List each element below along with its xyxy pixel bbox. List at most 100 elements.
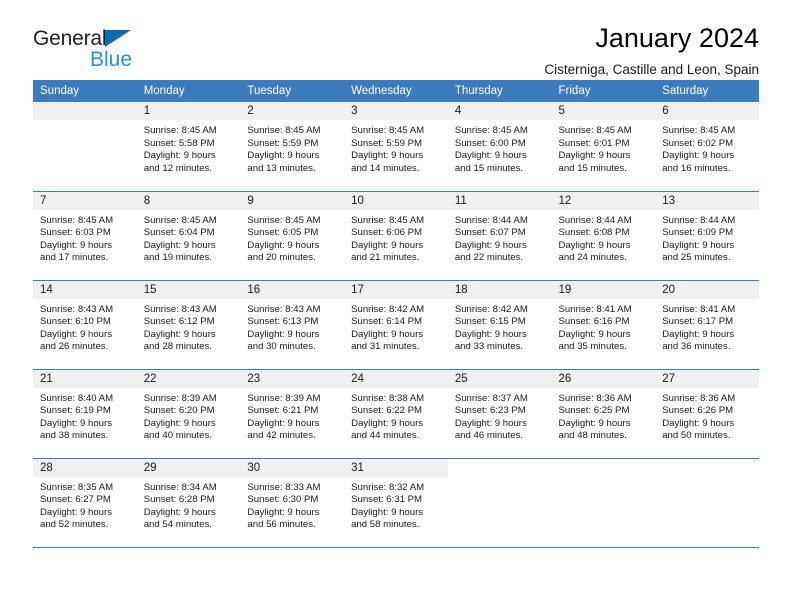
day-number (33, 102, 137, 120)
sunrise-time: Sunrise: 8:45 AM (40, 214, 114, 226)
day-number: 2 (240, 102, 345, 120)
day-details: Sunrise: 8:38 AM Sunset: 6:22 PM Daylight:… (344, 388, 448, 443)
calendar-day-cell[interactable]: 3 Sunrise: 8:45 AM Sunset: 5:59 PM Daylight… (344, 102, 448, 192)
calendar-day-cell[interactable]: 11 Sunrise: 8:44 AM Sunset: 6:07 PM Dayligh… (447, 191, 552, 281)
sunrise-time: Sunrise: 8:45 AM (247, 214, 321, 226)
sunrise-time: Sunrise: 8:36 AM (558, 392, 632, 404)
daylight-duration-line2: and 46 minutes. (454, 430, 524, 442)
sunrise-time: Sunrise: 8:42 AM (351, 303, 425, 315)
daylight-duration-line2: and 28 minutes. (143, 341, 212, 353)
daylight-duration-line2: and 38 minutes. (40, 430, 109, 442)
sunset-time: Sunset: 6:22 PM (351, 405, 423, 417)
calendar-day-cell[interactable]: 20 Sunrise: 8:41 AM Sunset: 6:17 PM Dayligh… (655, 280, 759, 370)
calendar-day-cell[interactable]: 24 Sunrise: 8:38 AM Sunset: 6:22 PM Dayligh… (344, 369, 448, 459)
calendar-day-cell[interactable]: 1 Sunrise: 8:45 AM Sunset: 5:58 PM Daylight… (136, 102, 241, 192)
day-cell-inner: 18 Sunrise: 8:42 AM Sunset: 6:15 PM Dayligh… (447, 280, 552, 369)
calendar-day-cell[interactable]: 10 Sunrise: 8:45 AM Sunset: 6:06 PM Dayligh… (344, 191, 448, 281)
day-cell-inner: 10 Sunrise: 8:45 AM Sunset: 6:06 PM Dayligh… (344, 191, 448, 280)
day-details: Sunrise: 8:39 AM Sunset: 6:20 PM Daylight:… (137, 388, 241, 443)
calendar-day-cell[interactable]: 23 Sunrise: 8:39 AM Sunset: 6:21 PM Dayligh… (240, 369, 345, 459)
day-number: 19 (551, 280, 656, 299)
sunset-time: Sunset: 6:20 PM (143, 405, 215, 417)
calendar-day-cell[interactable]: 13 Sunrise: 8:44 AM Sunset: 6:09 PM Dayligh… (655, 191, 759, 281)
daylight-duration-line1: Daylight: 9 hours (247, 328, 320, 340)
daylight-duration-line2: and 54 minutes. (143, 519, 212, 531)
calendar-day-cell[interactable]: 17 Sunrise: 8:42 AM Sunset: 6:14 PM Dayligh… (344, 280, 448, 370)
day-cell-inner: 31 Sunrise: 8:32 AM Sunset: 6:31 PM Dayligh… (344, 458, 448, 547)
calendar-day-cell[interactable]: 21 Sunrise: 8:40 AM Sunset: 6:19 PM Dayligh… (33, 369, 137, 459)
day-details: Sunrise: 8:34 AM Sunset: 6:28 PM Daylight:… (137, 477, 241, 532)
day-cell-inner: 16 Sunrise: 8:43 AM Sunset: 6:13 PM Dayligh… (240, 280, 345, 369)
daylight-duration-line1: Daylight: 9 hours (662, 239, 735, 251)
calendar-day-cell[interactable]: 22 Sunrise: 8:39 AM Sunset: 6:20 PM Dayligh… (136, 369, 241, 459)
calendar-day-cell[interactable]: 4 Sunrise: 8:45 AM Sunset: 6:00 PM Daylight… (447, 102, 552, 192)
daylight-duration-line2: and 24 minutes. (558, 252, 627, 264)
sunrise-time: Sunrise: 8:42 AM (454, 303, 528, 315)
calendar-day-cell[interactable]: 2 Sunrise: 8:45 AM Sunset: 5:59 PM Daylight… (240, 102, 345, 192)
daylight-duration-line1: Daylight: 9 hours (40, 328, 112, 340)
sunrise-time: Sunrise: 8:44 AM (454, 214, 528, 226)
day-cell-inner (551, 458, 656, 547)
day-cell-inner: 26 Sunrise: 8:36 AM Sunset: 6:25 PM Dayligh… (551, 369, 656, 458)
sunset-time: Sunset: 5:59 PM (247, 137, 319, 149)
calendar-day-cell[interactable]: 30 Sunrise: 8:33 AM Sunset: 6:30 PM Dayligh… (240, 458, 345, 548)
day-cell-inner: 22 Sunrise: 8:39 AM Sunset: 6:20 PM Dayligh… (136, 369, 241, 458)
daylight-duration-line1: Daylight: 9 hours (143, 150, 216, 162)
day-cell-inner: 3 Sunrise: 8:45 AM Sunset: 5:59 PM Daylight… (344, 102, 448, 191)
daylight-duration-line1: Daylight: 9 hours (558, 417, 631, 429)
calendar-day-cell[interactable]: 27 Sunrise: 8:36 AM Sunset: 6:26 PM Dayligh… (655, 369, 759, 459)
weekday-header-thursday: Thursday (447, 80, 552, 102)
calendar-day-cell[interactable]: 5 Sunrise: 8:45 AM Sunset: 6:01 PM Daylight… (551, 102, 656, 192)
day-cell-inner: 27 Sunrise: 8:36 AM Sunset: 6:26 PM Dayligh… (655, 369, 759, 458)
general-blue-logo[interactable]: General Blue (33, 26, 233, 74)
daylight-duration-line2: and 19 minutes. (143, 252, 212, 264)
calendar-day-cell[interactable]: 29 Sunrise: 8:34 AM Sunset: 6:28 PM Dayligh… (136, 458, 241, 548)
day-details: Sunrise: 8:43 AM Sunset: 6:13 PM Daylight:… (240, 299, 344, 354)
day-details: Sunrise: 8:36 AM Sunset: 6:26 PM Daylight:… (655, 388, 759, 443)
daylight-duration-line1: Daylight: 9 hours (351, 150, 424, 162)
day-number: 10 (344, 191, 448, 210)
sunset-time: Sunset: 6:25 PM (558, 405, 630, 417)
calendar-day-cell[interactable]: 26 Sunrise: 8:36 AM Sunset: 6:25 PM Dayligh… (551, 369, 656, 459)
calendar-day-cell-empty (447, 458, 552, 548)
sunset-time: Sunset: 6:23 PM (454, 405, 526, 417)
day-cell-inner: 17 Sunrise: 8:42 AM Sunset: 6:14 PM Dayligh… (344, 280, 448, 369)
logo-word-blue: Blue (90, 48, 133, 71)
calendar-day-cell[interactable]: 8 Sunrise: 8:45 AM Sunset: 6:04 PM Daylight… (136, 191, 241, 281)
calendar-day-cell[interactable]: 16 Sunrise: 8:43 AM Sunset: 6:13 PM Dayligh… (240, 280, 345, 370)
sunrise-time: Sunrise: 8:33 AM (247, 481, 321, 493)
day-cell-inner: 19 Sunrise: 8:41 AM Sunset: 6:16 PM Dayligh… (551, 280, 656, 369)
day-details: Sunrise: 8:45 AM Sunset: 6:01 PM Daylight:… (552, 120, 656, 175)
day-cell-inner: 11 Sunrise: 8:44 AM Sunset: 6:07 PM Dayligh… (447, 191, 552, 280)
calendar-day-cell-empty (33, 102, 137, 192)
calendar-day-cell[interactable]: 14 Sunrise: 8:43 AM Sunset: 6:10 PM Dayligh… (33, 280, 137, 370)
daylight-duration-line2: and 48 minutes. (558, 430, 627, 442)
calendar-day-cell[interactable]: 9 Sunrise: 8:45 AM Sunset: 6:05 PM Daylight… (240, 191, 345, 281)
weekday-header-wednesday: Wednesday (344, 80, 448, 102)
day-number: 24 (344, 369, 448, 388)
calendar-day-cell[interactable]: 15 Sunrise: 8:43 AM Sunset: 6:12 PM Dayligh… (136, 280, 241, 370)
daylight-duration-line1: Daylight: 9 hours (351, 417, 424, 429)
calendar-day-cell[interactable]: 18 Sunrise: 8:42 AM Sunset: 6:15 PM Dayligh… (447, 280, 552, 370)
sunrise-time: Sunrise: 8:45 AM (662, 125, 736, 136)
calendar-week-row: 28 Sunrise: 8:35 AM Sunset: 6:27 PM Dayligh… (33, 458, 759, 548)
calendar-day-cell[interactable]: 7 Sunrise: 8:45 AM Sunset: 6:03 PM Daylight… (33, 191, 137, 281)
calendar-day-cell[interactable]: 31 Sunrise: 8:32 AM Sunset: 6:31 PM Dayligh… (344, 458, 448, 548)
calendar-day-cell[interactable]: 25 Sunrise: 8:37 AM Sunset: 6:23 PM Dayligh… (447, 369, 552, 459)
day-cell-inner: 2 Sunrise: 8:45 AM Sunset: 5:59 PM Daylight… (240, 102, 345, 191)
sunrise-time: Sunrise: 8:43 AM (247, 303, 321, 315)
day-cell-inner: 13 Sunrise: 8:44 AM Sunset: 6:09 PM Dayligh… (655, 191, 759, 280)
calendar-day-cell[interactable]: 12 Sunrise: 8:44 AM Sunset: 6:08 PM Dayligh… (551, 191, 656, 281)
calendar-day-cell[interactable]: 6 Sunrise: 8:45 AM Sunset: 6:02 PM Daylight… (655, 102, 759, 192)
day-number: 18 (447, 280, 552, 299)
weekday-header-tuesday: Tuesday (240, 80, 345, 102)
daylight-duration-line1: Daylight: 9 hours (40, 417, 112, 429)
daylight-duration-line2: and 21 minutes. (351, 252, 420, 264)
sunset-time: Sunset: 6:19 PM (40, 405, 111, 417)
daylight-duration-line1: Daylight: 9 hours (247, 506, 320, 518)
day-number: 3 (344, 102, 448, 120)
calendar-day-cell[interactable]: 19 Sunrise: 8:41 AM Sunset: 6:16 PM Dayligh… (551, 280, 656, 370)
day-cell-inner: 9 Sunrise: 8:45 AM Sunset: 6:05 PM Daylight… (240, 191, 345, 280)
calendar-day-cell[interactable]: 28 Sunrise: 8:35 AM Sunset: 6:27 PM Dayligh… (33, 458, 137, 548)
sunset-time: Sunset: 6:08 PM (558, 227, 630, 239)
